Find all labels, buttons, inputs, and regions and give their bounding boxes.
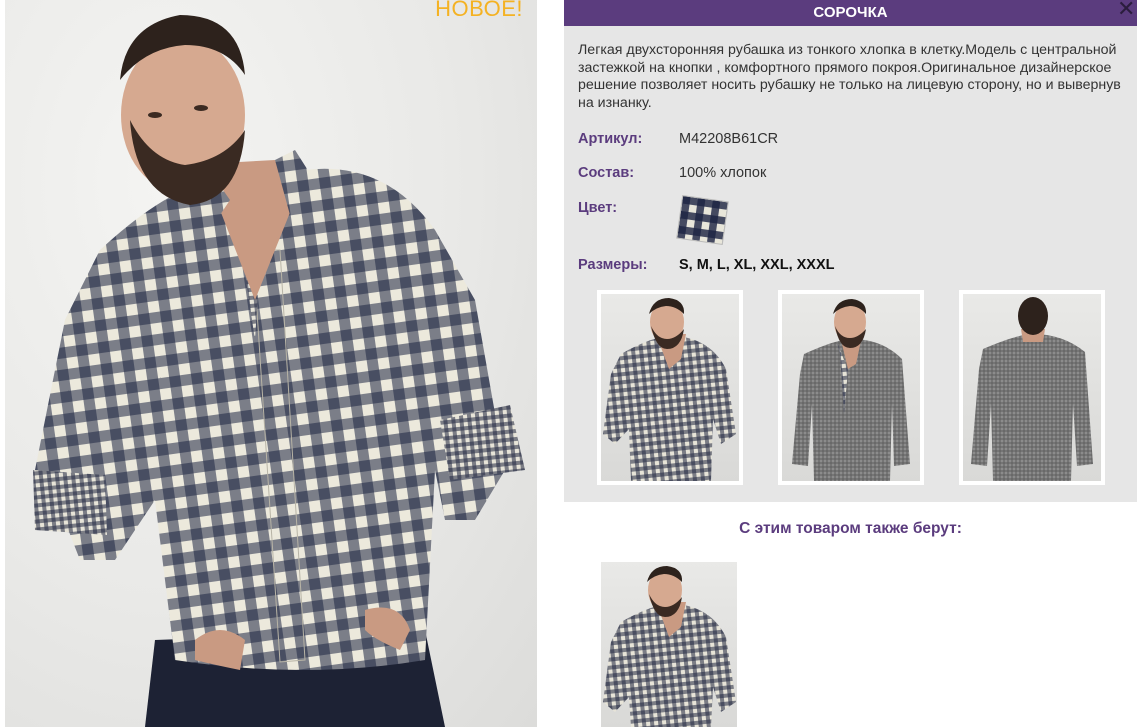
thumbnail-front-checked[interactable] — [597, 290, 743, 485]
product-main-photo[interactable]: НОВОЕ! — [5, 0, 537, 727]
product-details-panel: СОРОЧКА ✕ Легкая двухсторонняя рубашка и… — [564, 0, 1137, 502]
thumbnail-image — [971, 297, 1093, 481]
sizes-label: Размеры: — [578, 257, 648, 273]
thumbnail-back-grey[interactable] — [959, 290, 1105, 485]
product-title-bar: СОРОЧКА ✕ — [564, 0, 1137, 26]
composition-value: 100% хлопок — [679, 165, 767, 181]
model-illustration — [33, 15, 525, 727]
thumbnail-image — [792, 299, 910, 481]
article-value: M42208B61CR — [679, 131, 779, 147]
also-bought-item[interactable] — [601, 562, 737, 727]
color-swatch[interactable] — [676, 194, 729, 246]
also-bought-title: С этим товаром также берут: — [739, 520, 962, 537]
product-description: Легкая двухсторонняя рубашка из тонкого … — [578, 42, 1121, 111]
close-icon[interactable]: ✕ — [1117, 0, 1135, 21]
new-badge: НОВОЕ! — [435, 0, 523, 21]
sizes-value: S, M, L, XL, XXL, XXXL — [679, 257, 835, 273]
composition-label: Состав: — [578, 165, 635, 181]
article-label: Артикул: — [578, 131, 643, 147]
thumbnail-front-grey[interactable] — [778, 290, 924, 485]
also-bought-image — [603, 566, 736, 727]
product-title: СОРОЧКА — [813, 4, 888, 21]
thumbnail-image — [603, 298, 736, 481]
color-label: Цвет: — [578, 200, 618, 216]
